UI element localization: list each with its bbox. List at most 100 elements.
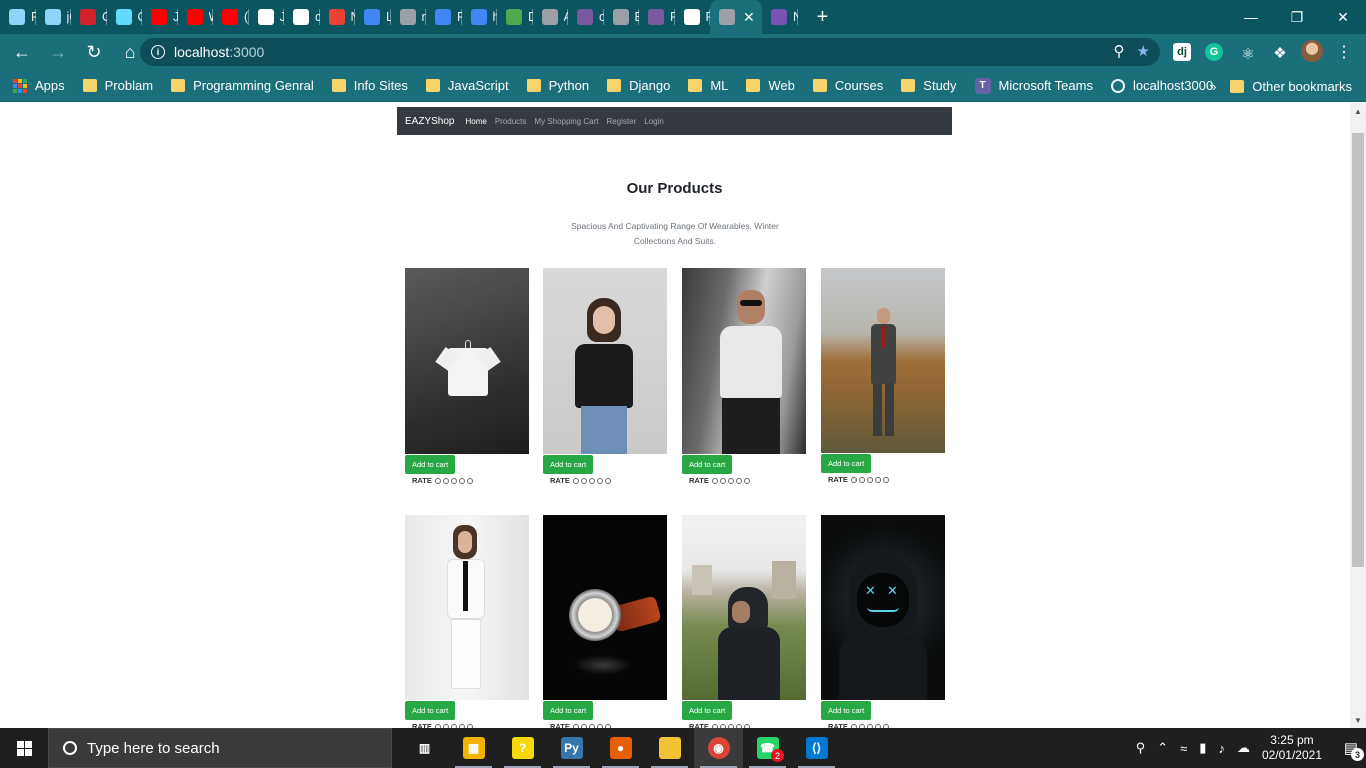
wifi-icon[interactable]: ≈ bbox=[1180, 741, 1187, 756]
grammarly-extension-icon[interactable]: G bbox=[1205, 43, 1223, 61]
product-image-man-hoodie[interactable] bbox=[682, 515, 806, 700]
add-to-cart-button[interactable]: Add to cart bbox=[543, 701, 594, 720]
taskbar-app[interactable]: ▦ bbox=[449, 728, 498, 768]
product-image-woman-white-suit[interactable] bbox=[405, 515, 529, 700]
react-devtools-icon[interactable]: ⚛ bbox=[1237, 43, 1259, 65]
product-image-tshirt-hanger[interactable] bbox=[405, 268, 529, 454]
reload-icon[interactable]: ↻ bbox=[78, 36, 110, 68]
product-image-man-vneck[interactable] bbox=[682, 268, 806, 454]
scrollbar-thumb[interactable] bbox=[1352, 133, 1364, 567]
forward-arrow-icon[interactable]: → bbox=[42, 36, 74, 68]
close-tab-icon[interactable]: ✕ bbox=[743, 9, 755, 26]
tab-0[interactable]: Re bbox=[0, 0, 36, 34]
taskbar-app[interactable]: ? bbox=[498, 728, 547, 768]
rating-circle-icon[interactable] bbox=[735, 477, 742, 484]
onedrive-cloud-icon[interactable]: ☁ bbox=[1237, 740, 1250, 756]
rating-circle-icon[interactable] bbox=[572, 477, 579, 484]
people-icon[interactable]: ⚲ bbox=[1136, 740, 1146, 756]
add-to-cart-button[interactable]: Add to cart bbox=[821, 701, 872, 720]
rating-circle-icon[interactable] bbox=[850, 476, 857, 483]
more-bookmarks-chevron[interactable]: » bbox=[1209, 79, 1216, 94]
rating-circle-icon[interactable] bbox=[882, 476, 889, 483]
rating-circle-icon[interactable] bbox=[596, 477, 603, 484]
rating-circle-icon[interactable] bbox=[604, 477, 611, 484]
close-window-icon[interactable]: ✕ bbox=[1320, 0, 1366, 34]
tab-1[interactable]: jQ bbox=[36, 0, 71, 34]
tab-18[interactable]: Pe bbox=[639, 0, 675, 34]
extensions-puzzle-icon[interactable]: ❖ bbox=[1269, 42, 1291, 64]
tab-16[interactable]: or bbox=[568, 0, 604, 34]
tab-17[interactable]: Ex bbox=[604, 0, 639, 34]
rating-circle-icon[interactable] bbox=[743, 477, 750, 484]
bookmark-item[interactable]: ML bbox=[688, 78, 728, 93]
nav-shopping-cart[interactable]: My Shopping Cart bbox=[534, 117, 598, 126]
rating-circle-icon[interactable] bbox=[727, 477, 734, 484]
bookmark-item[interactable]: JavaScript bbox=[425, 78, 509, 93]
tab-11[interactable]: ra bbox=[391, 0, 426, 34]
bookmark-item[interactable]: Info Sites bbox=[331, 78, 408, 93]
tab-20[interactable]: ✕ bbox=[710, 0, 762, 34]
bookmark-item[interactable]: Django bbox=[607, 78, 670, 93]
taskbar-app[interactable] bbox=[645, 728, 694, 768]
tab-21[interactable]: N: bbox=[762, 0, 798, 34]
add-to-cart-button[interactable]: Add to cart bbox=[543, 455, 594, 474]
browser-menu-icon[interactable]: ⋮ bbox=[1333, 41, 1355, 63]
tab-3[interactable]: O| bbox=[107, 0, 142, 34]
django-extension-icon[interactable]: dj bbox=[1173, 43, 1191, 61]
add-to-cart-button[interactable]: Add to cart bbox=[405, 455, 456, 474]
add-to-cart-button[interactable]: Add to cart bbox=[682, 455, 733, 474]
profile-avatar[interactable] bbox=[1301, 40, 1323, 62]
rating-circle-icon[interactable] bbox=[442, 477, 449, 484]
back-arrow-icon[interactable]: ← bbox=[6, 36, 38, 68]
new-tab-button[interactable]: + bbox=[808, 6, 838, 29]
scroll-down-arrow-icon[interactable]: ▼ bbox=[1354, 716, 1362, 725]
action-center-icon[interactable]: ▤ 3 bbox=[1336, 728, 1366, 768]
tab-9[interactable]: Ne bbox=[320, 0, 355, 34]
system-clock[interactable]: 3:25 pm 02/01/2021 bbox=[1262, 733, 1322, 763]
nav-home[interactable]: Home bbox=[465, 117, 486, 126]
tab-15[interactable]: Ap bbox=[533, 0, 568, 34]
taskbar-app[interactable]: ☎ 2 bbox=[743, 728, 792, 768]
rating-circle-icon[interactable] bbox=[466, 477, 473, 484]
rating-circle-icon[interactable] bbox=[866, 476, 873, 483]
add-to-cart-button[interactable]: Add to cart bbox=[821, 454, 872, 473]
site-brand[interactable]: EAZYShop bbox=[405, 116, 454, 127]
bookmark-item[interactable]: Apps bbox=[13, 78, 65, 93]
bookmark-item[interactable]: localhost3000 bbox=[1110, 78, 1213, 93]
taskbar-app[interactable]: ◉ bbox=[694, 728, 743, 768]
bookmark-item[interactable]: Courses bbox=[812, 78, 883, 93]
rating-circle-icon[interactable] bbox=[458, 477, 465, 484]
tab-6[interactable]: (1) bbox=[213, 0, 249, 34]
tab-13[interactable]: hc bbox=[462, 0, 497, 34]
product-image-woman-tshirt[interactable] bbox=[543, 268, 667, 454]
taskbar-search[interactable]: Type here to search bbox=[48, 728, 392, 768]
taskbar-app[interactable]: ● bbox=[596, 728, 645, 768]
nav-login[interactable]: Login bbox=[644, 117, 664, 126]
rating-circle-icon[interactable] bbox=[434, 477, 441, 484]
restore-icon[interactable]: ❐ bbox=[1274, 0, 1320, 34]
rating-circle-icon[interactable] bbox=[588, 477, 595, 484]
product-image-neon-mask[interactable]: ✕ ✕ bbox=[821, 515, 945, 700]
taskbar-app[interactable]: Py bbox=[547, 728, 596, 768]
taskbar-app[interactable]: ▥ bbox=[400, 728, 449, 768]
product-image-wristwatch[interactable] bbox=[543, 515, 667, 700]
rating-circle-icon[interactable] bbox=[719, 477, 726, 484]
bookmark-item[interactable]: Programming Genral bbox=[171, 78, 314, 93]
volume-icon[interactable]: ♪ bbox=[1218, 741, 1225, 756]
taskbar-app[interactable]: ⟨⟩ bbox=[792, 728, 841, 768]
address-bar[interactable]: i localhost:3000 ⚲ ★ bbox=[140, 38, 1160, 66]
tab-19[interactable]: Re bbox=[675, 0, 710, 34]
start-button[interactable] bbox=[0, 728, 48, 768]
bookmark-item[interactable]: Problam bbox=[82, 78, 153, 93]
rating-circle-icon[interactable] bbox=[858, 476, 865, 483]
nav-products[interactable]: Products bbox=[495, 117, 527, 126]
minimize-icon[interactable]: — bbox=[1228, 0, 1274, 34]
product-image-man-suit[interactable] bbox=[821, 268, 945, 453]
bookmark-item[interactable]: Web bbox=[746, 78, 795, 93]
tab-10[interactable]: La bbox=[355, 0, 391, 34]
tab-2[interactable]: Cc bbox=[71, 0, 107, 34]
tab-8[interactable]: co bbox=[284, 0, 320, 34]
bookmark-item[interactable]: Python bbox=[526, 78, 589, 93]
bookmark-item[interactable]: T Microsoft Teams bbox=[974, 77, 1093, 94]
rating-circle-icon[interactable] bbox=[711, 477, 718, 484]
